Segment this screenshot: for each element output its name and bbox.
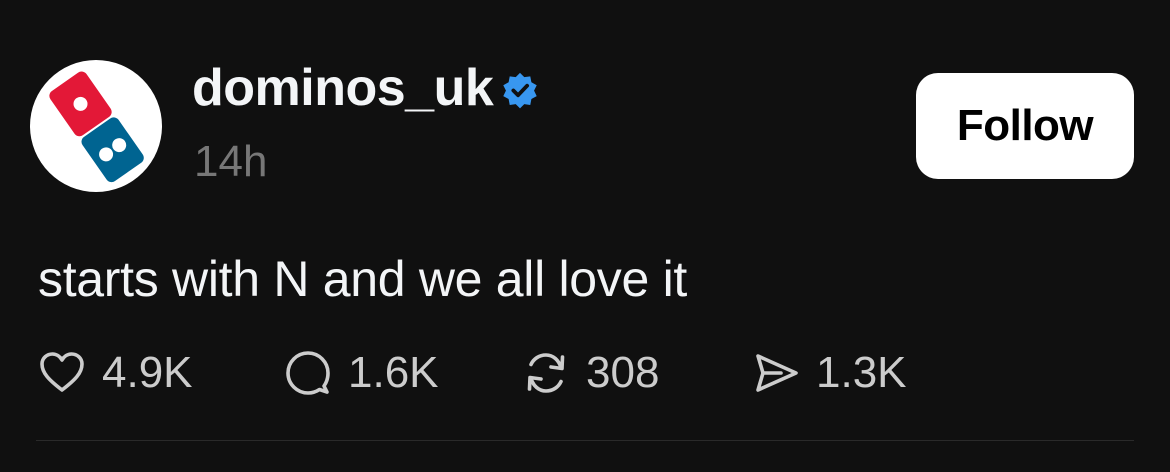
like-button[interactable]: 4.9K [36,340,193,406]
reply-count: 1.6K [348,348,439,397]
post-timestamp: 14h [194,137,268,186]
share-button[interactable]: 1.3K [750,340,907,406]
repost-button[interactable]: 308 [520,340,659,406]
username[interactable]: dominos_uk [192,58,494,118]
comment-icon [282,347,334,399]
like-count: 4.9K [102,348,193,397]
dominos-logo-icon [49,71,144,183]
reply-button[interactable]: 1.6K [282,340,439,406]
repost-count: 308 [586,348,660,397]
heart-icon [36,347,88,399]
repost-icon [520,347,572,399]
author-row: dominos_uk [192,58,539,118]
send-icon [750,347,802,399]
verified-badge-icon [503,72,537,109]
post-text: starts with N and we all love it [38,251,687,307]
thread-post: dominos_uk 14h Follow starts with N and … [0,0,1170,472]
avatar[interactable] [30,60,162,192]
divider [36,440,1134,441]
follow-button[interactable]: Follow [916,73,1134,179]
share-count: 1.3K [816,348,907,397]
